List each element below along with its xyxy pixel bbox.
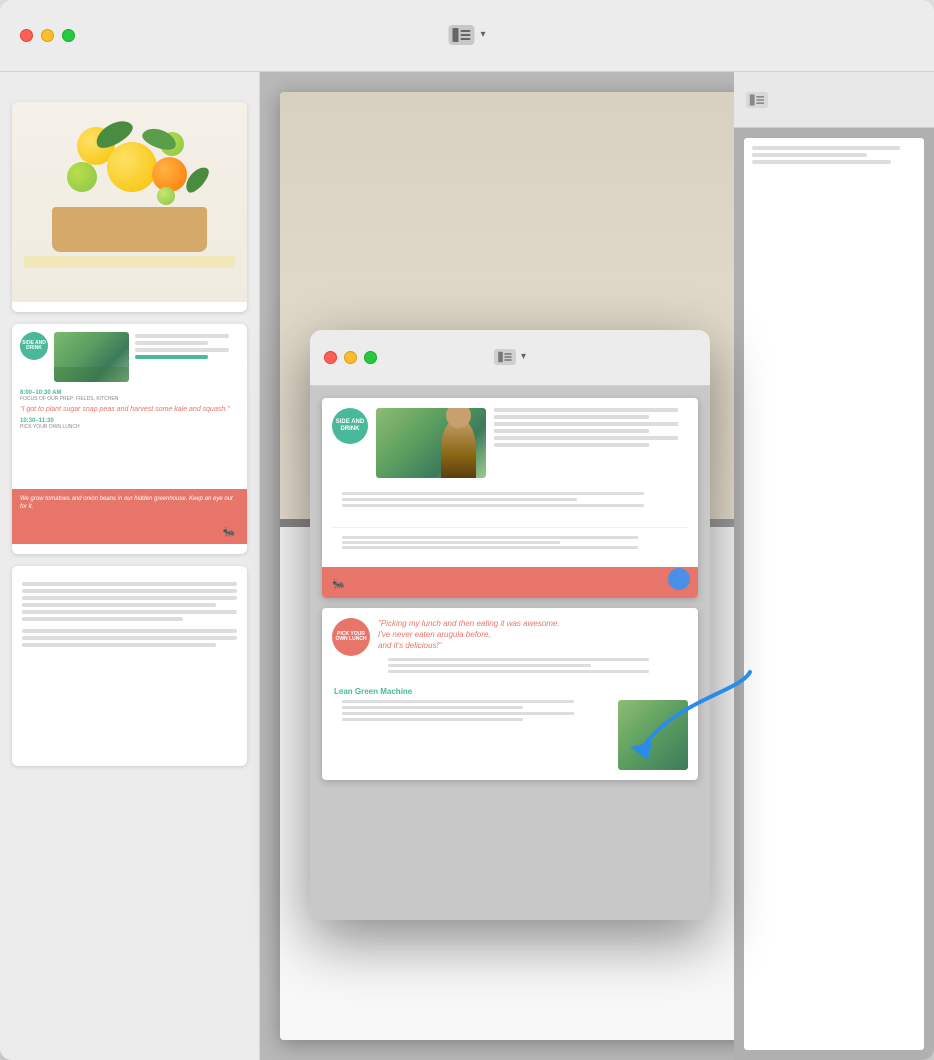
float-title-bar: ▾ bbox=[310, 330, 710, 386]
float-p2-pick-badge: PICK YOUR OWN LUNCH bbox=[332, 618, 370, 656]
float-p2-photo bbox=[618, 700, 688, 770]
float-quote bbox=[332, 513, 688, 521]
citrus-illustration bbox=[12, 112, 247, 252]
float-farm-photo bbox=[376, 408, 486, 478]
ws-sidebar-icon bbox=[746, 92, 768, 108]
float-chevron-icon: ▾ bbox=[521, 351, 526, 362]
float-lunch-section bbox=[332, 527, 688, 557]
float-lines-1 bbox=[332, 492, 688, 507]
float-header-row: SIDE AND DRINK bbox=[332, 408, 688, 478]
thumb-page3-content bbox=[12, 566, 247, 766]
ws-bg-page bbox=[744, 138, 924, 1050]
float-doc-page-1: SIDE AND DRINK bbox=[322, 398, 698, 598]
thumb-ant-icon: 🐜 bbox=[223, 527, 235, 538]
float-traffic-lights bbox=[324, 351, 377, 364]
float-page-badge bbox=[668, 568, 690, 590]
main-title-bar: ▾ bbox=[0, 0, 934, 72]
float-sidebar-toggle[interactable] bbox=[494, 349, 516, 365]
maximize-button[interactable] bbox=[62, 29, 75, 42]
page-thumbnail-3[interactable] bbox=[12, 566, 247, 766]
ws-bg-preview bbox=[734, 72, 934, 1060]
float-doc-page-2: PICK YOUR OWN LUNCH "Picking my lunch an… bbox=[322, 608, 698, 780]
close-button[interactable] bbox=[20, 29, 33, 42]
float-close-button[interactable] bbox=[324, 351, 337, 364]
thumb-green-badge: SIDE AND DRINK bbox=[20, 332, 48, 360]
float-minimize-button[interactable] bbox=[344, 351, 357, 364]
traffic-lights bbox=[20, 29, 75, 42]
thumb-red-footer: We grow tomatoes and onion beans in our … bbox=[12, 489, 247, 544]
float-body: SIDE AND DRINK bbox=[310, 386, 710, 920]
float-intro-text bbox=[494, 408, 688, 450]
chevron-down-icon: ▾ bbox=[480, 29, 485, 40]
page-thumbnail-2[interactable]: SIDE AND DRINK 8:00–10:30 AM FOCUS OF OU… bbox=[12, 324, 247, 554]
float-p2-lean-label: Lean Green Machine bbox=[332, 687, 688, 700]
minimize-button[interactable] bbox=[41, 29, 54, 42]
thumb-page1-content bbox=[12, 102, 247, 302]
thumb-page2-content: SIDE AND DRINK 8:00–10:30 AM FOCUS OF OU… bbox=[12, 324, 247, 544]
float-green-badge: SIDE AND DRINK bbox=[332, 408, 368, 444]
float-maximize-button[interactable] bbox=[364, 351, 377, 364]
page-num-2 bbox=[12, 544, 247, 554]
title-controls: ▾ bbox=[448, 25, 485, 45]
page-thumbnail-1[interactable] bbox=[12, 102, 247, 312]
thumb-caption bbox=[126, 268, 134, 276]
thumb-farm-image bbox=[54, 332, 129, 382]
ws-bg-body bbox=[734, 128, 934, 1060]
float-red-banner: 🐜 bbox=[322, 567, 698, 598]
float-ant-icon: 🐜 bbox=[332, 579, 688, 590]
title-bar-center: ▾ bbox=[448, 25, 485, 47]
sidebar: SIDE AND DRINK 8:00–10:30 AM FOCUS OF OU… bbox=[0, 72, 260, 1060]
page-num-1 bbox=[12, 302, 247, 312]
ws-bg-titlebar bbox=[734, 72, 934, 128]
float-title-center: ▾ bbox=[494, 349, 526, 367]
float-p2-quote: "Picking my lunch and then eating it was… bbox=[378, 618, 688, 652]
sidebar-toggle-button[interactable] bbox=[448, 25, 474, 45]
thumb-title-block bbox=[24, 256, 236, 268]
thumb-text-lines bbox=[135, 332, 239, 382]
thumb-quote: "I got to plant sugar snap peas and harv… bbox=[12, 405, 247, 414]
floating-window[interactable]: ▾ SIDE AND DRINK bbox=[310, 330, 710, 920]
